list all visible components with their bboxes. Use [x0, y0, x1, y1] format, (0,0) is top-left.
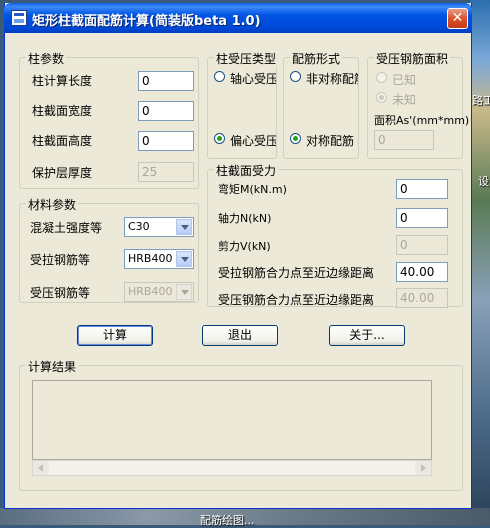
compression-distance-label: 受压钢筋合力点至近边缘距离: [218, 293, 375, 307]
group-legend: 柱受压类型: [214, 50, 279, 67]
desktop-icon-label[interactable]: 路工: [472, 92, 490, 108]
chevron-down-icon[interactable]: [176, 284, 192, 300]
group-legend: 计算结果: [26, 358, 79, 375]
scroll-left-icon[interactable]: [33, 461, 49, 475]
desktop-icon-label[interactable]: 配筋绘图...: [200, 512, 255, 528]
close-button[interactable]: ✕: [447, 8, 468, 29]
height-label: 柱截面高度: [32, 134, 93, 148]
app-icon: [11, 10, 27, 26]
height-input[interactable]: 0: [138, 131, 194, 151]
material-params-group: 材料参数 混凝土强度等 C30 受拉钢筋等 HRB400 受压钢筋等 HRB40…: [19, 196, 199, 303]
reinforcement-form-group: 配筋形式 非对称配筋 对称配筋: [283, 50, 359, 159]
group-legend: 配筋形式: [290, 50, 343, 67]
radio-button-icon: [290, 71, 301, 82]
tension-distance-input[interactable]: 40.00: [396, 262, 448, 282]
scroll-right-icon[interactable]: [415, 461, 431, 475]
tension-distance-label: 受拉钢筋合力点至近边缘距离: [218, 266, 375, 280]
group-legend: 柱参数: [26, 50, 67, 67]
concrete-grade-label: 混凝土强度等: [30, 221, 103, 235]
moment-input[interactable]: 0: [396, 179, 448, 199]
cover-input[interactable]: 25: [138, 162, 194, 182]
moment-label: 弯矩M(kN.m): [218, 183, 287, 196]
area-input[interactable]: 0: [374, 130, 434, 150]
width-input[interactable]: 0: [138, 101, 194, 121]
results-group: 计算结果: [19, 358, 463, 491]
group-legend: 材料参数: [26, 196, 79, 213]
compression-distance-input[interactable]: 40.00: [396, 288, 448, 308]
calc-length-input[interactable]: 0: [138, 71, 194, 91]
radio-button-icon: [214, 133, 225, 144]
calc-length-label: 柱计算长度: [32, 74, 93, 88]
area-label: 面积As'(mm*mm): [374, 114, 470, 127]
shear-label: 剪力V(kN): [218, 240, 271, 253]
desktop-background: [470, 0, 490, 525]
width-label: 柱截面宽度: [32, 104, 93, 118]
horizontal-scrollbar[interactable]: [32, 460, 432, 476]
compression-steel-select[interactable]: HRB400: [124, 282, 194, 302]
group-legend: 柱截面受力: [214, 162, 279, 179]
chevron-down-icon[interactable]: [176, 219, 192, 235]
column-params-group: 柱参数 柱计算长度 0 柱截面宽度 0 柱截面高度 0 保护层厚度 25: [19, 50, 199, 189]
chevron-down-icon[interactable]: [176, 251, 192, 267]
tension-steel-select[interactable]: HRB400: [124, 249, 194, 269]
cover-label: 保护层厚度: [32, 166, 93, 180]
window-title: 矩形柱截面配筋计算(简装版beta 1.0): [32, 14, 261, 29]
calculate-button[interactable]: 计算: [77, 325, 153, 346]
tension-steel-label: 受拉钢筋等: [30, 253, 91, 267]
scrollbar-corner: [432, 460, 448, 476]
group-legend: 受压钢筋面积: [374, 50, 451, 67]
radio-button-icon: [214, 71, 225, 82]
section-forces-group: 柱截面受力 弯矩M(kN.m) 0 轴力N(kN) 0 剪力V(kN) 0 受拉…: [207, 162, 463, 308]
desktop-icon-label[interactable]: 设: [478, 173, 489, 189]
shear-input[interactable]: 0: [396, 235, 448, 255]
results-textarea[interactable]: [32, 380, 432, 460]
title-bar[interactable]: 矩形柱截面配筋计算(简装版beta 1.0) ✕: [4, 3, 472, 33]
radio-button-icon: [376, 92, 387, 103]
compression-steel-label: 受压钢筋等: [30, 286, 91, 300]
axial-label: 轴力N(kN): [218, 212, 272, 225]
axial-input[interactable]: 0: [396, 208, 448, 228]
concrete-grade-select[interactable]: C30: [124, 217, 194, 237]
radio-button-icon: [376, 72, 387, 83]
about-button[interactable]: 关于...: [329, 325, 405, 346]
exit-button[interactable]: 退出: [202, 325, 278, 346]
compression-steel-area-group: 受压钢筋面积 已知 未知 面积As'(mm*mm) 0: [367, 50, 469, 159]
compression-type-group: 柱受压类型 轴心受压 偏心受压: [207, 50, 279, 159]
radio-button-icon: [290, 133, 301, 144]
main-window: 矩形柱截面配筋计算(简装版beta 1.0) ✕ 柱参数 柱计算长度 0 柱截面…: [4, 3, 472, 509]
